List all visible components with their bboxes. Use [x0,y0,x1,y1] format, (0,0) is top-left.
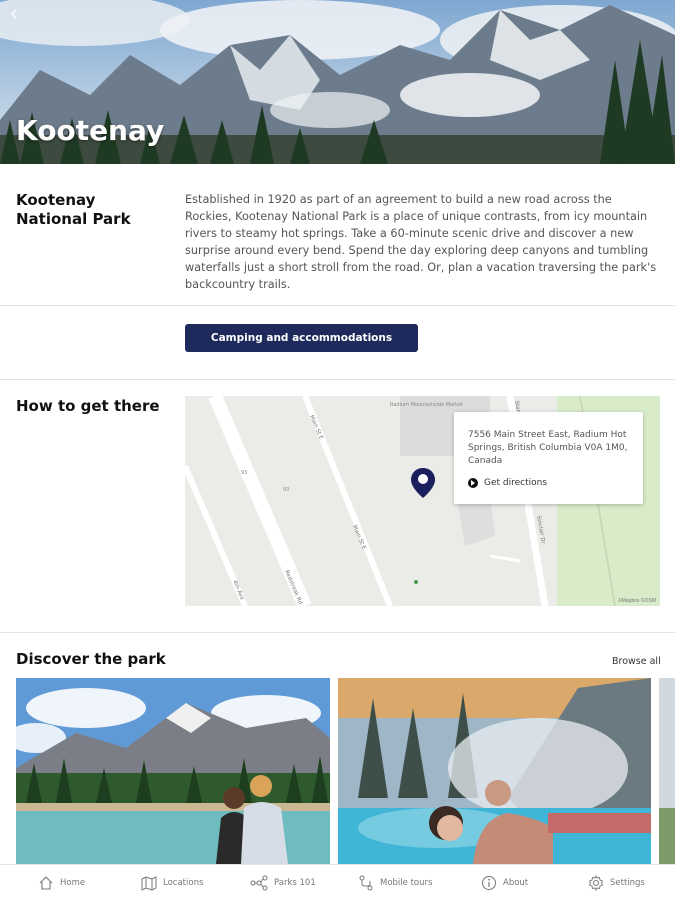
nav-settings[interactable]: Settings [588,865,645,900]
directions-icon [468,478,478,488]
chevron-left-icon [10,9,17,19]
nav-home-label: Home [60,878,86,888]
nav-parks-101[interactable]: Parks 101 [250,865,316,900]
browse-all-link[interactable]: Browse all [612,656,661,667]
discover-image-next [659,678,675,864]
about-section: Kootenay National Park Established in 19… [0,164,675,306]
discover-image-hotsprings [338,678,651,864]
about-heading: Kootenay National Park [16,191,131,228]
discover-heading: Discover the park [16,650,166,668]
home-icon [39,876,53,890]
nav-about[interactable]: About [481,865,528,900]
nav-locations[interactable]: Locations [141,865,203,900]
get-directions-link[interactable]: Get directions [468,478,547,488]
bottom-navigation: Home Locations Parks 101 Mobile tours Ab… [0,864,675,900]
page-title: Kootenay [16,114,165,147]
map-label-market: Radium Mountainside Market [390,402,463,408]
gear-icon [588,875,604,891]
discover-card-next[interactable] [659,678,675,864]
map-icon [141,876,157,891]
about-text: Established in 1920 as part of an agreem… [185,193,657,291]
nav-settings-label: Settings [610,878,645,888]
map-address: 7556 Main Street East, Radium Hot Spring… [468,430,628,466]
nav-home[interactable]: Home [38,865,85,900]
camping-accommodations-button[interactable]: Camping and accommodations [185,324,418,352]
map-label-route: 93 [241,470,247,476]
nav-parks-101-label: Parks 101 [274,878,316,888]
hero-banner: Kootenay [0,0,675,164]
discover-card-lake[interactable] [16,678,330,864]
nav-locations-label: Locations [163,878,204,888]
back-button[interactable] [8,8,28,28]
map-address-popup: 7556 Main Street East, Radium Hot Spring… [454,412,643,504]
nav-mobile-tours[interactable]: Mobile tours [358,865,432,900]
nav-about-label: About [503,878,529,888]
get-directions-label: Get directions [484,478,548,488]
map-copyright: ©Mapbox ©OSM [618,598,656,604]
info-icon [482,876,496,890]
discover-image-lake [16,678,330,864]
map-label-route-2: 93 [283,487,289,493]
nav-mobile-tours-label: Mobile tours [380,878,433,888]
discover-card-hotsprings[interactable] [338,678,651,864]
directions-heading: How to get there [16,397,160,415]
route-icon [359,875,373,891]
network-icon [250,875,268,891]
